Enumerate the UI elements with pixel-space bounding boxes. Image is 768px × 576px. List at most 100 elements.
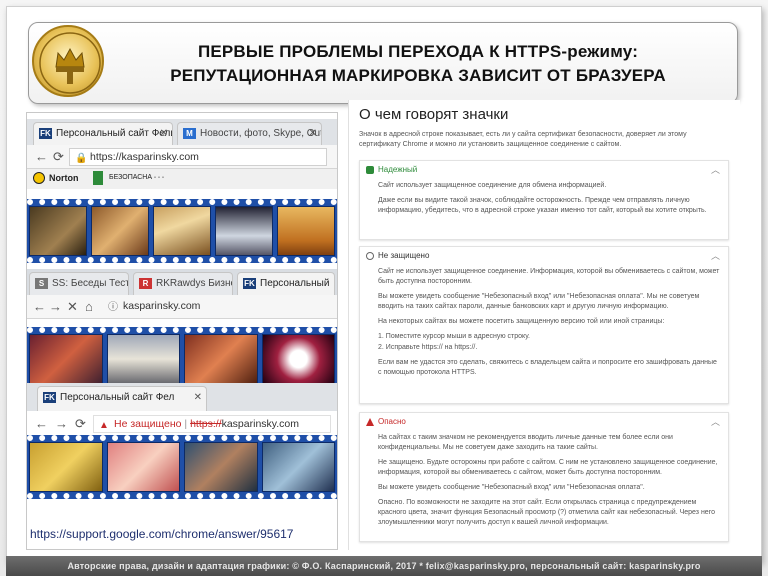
reload-icon[interactable]: ⟳ bbox=[53, 148, 64, 166]
more-icon[interactable]: ⋯ bbox=[153, 170, 165, 184]
card-step: 2. Исправьте https:// на https://. bbox=[378, 344, 478, 351]
warning-triangle-icon bbox=[366, 418, 374, 426]
photo-frame bbox=[29, 442, 103, 492]
help-article-panel: О чем говорят значки Значок в адресной с… bbox=[348, 100, 740, 550]
photo-frame bbox=[29, 206, 87, 256]
browser1-tabbar: FK Персональный сайт Фели ✕ M Новости, ф… bbox=[27, 119, 337, 145]
photo-frame bbox=[261, 442, 335, 492]
card-text: Вы можете увидеть сообщение "Небезопасны… bbox=[378, 293, 700, 310]
photo-frame bbox=[261, 334, 335, 384]
crown-emblem-icon bbox=[39, 32, 101, 94]
card-secure[interactable]: Надежный ︿ Сайт использует защищенное со… bbox=[359, 160, 729, 240]
photo-frame bbox=[215, 206, 273, 256]
safe-shield-icon bbox=[93, 171, 103, 185]
photo-frame bbox=[29, 334, 103, 384]
tab-label: RKRawdys Бизнес bbox=[156, 278, 233, 289]
tab-label: SS: Беседы Тестирование bbox=[52, 278, 128, 289]
footer-credits: Авторские права, дизайн и адаптация граф… bbox=[6, 556, 762, 576]
norton-toolbar: Norton БЕЗОПАСНА ⋯ bbox=[27, 169, 337, 189]
browser3-tabbar: FK Персональный сайт Фел ✕ bbox=[27, 383, 337, 411]
browser3-tab-1[interactable]: FK Персональный сайт Фел ✕ bbox=[37, 386, 207, 411]
close-icon[interactable]: ✕ bbox=[67, 298, 78, 316]
warning-triangle-icon: ▲ bbox=[99, 420, 109, 431]
photo-film-strip-1 bbox=[27, 199, 337, 263]
photo-frame bbox=[106, 442, 180, 492]
home-icon[interactable]: ⌂ bbox=[85, 298, 93, 316]
logo bbox=[32, 25, 104, 97]
photo-frame bbox=[106, 334, 180, 384]
norton-label: Norton bbox=[49, 173, 79, 183]
card-text: Если вам не удастся это сделать, свяжите… bbox=[378, 359, 717, 376]
card-dangerous[interactable]: Опасно ︿ На сайтах с таким значком не ре… bbox=[359, 412, 729, 542]
chevron-up-icon[interactable]: ︿ bbox=[711, 413, 720, 431]
close-tab-icon[interactable]: ✕ bbox=[309, 123, 317, 144]
site-favicon-icon: FK bbox=[43, 392, 56, 403]
photo-frame bbox=[184, 334, 258, 384]
browser3-address-bar: ← → ⟳ ▲ Не защищено | https://kasparinsk… bbox=[27, 411, 337, 437]
not-secure-label: Не защищено bbox=[114, 418, 182, 430]
tab-label: Новости, фото, Skype, Out bbox=[200, 128, 322, 139]
url-field[interactable]: 🔒 https://kasparinsky.com bbox=[69, 148, 327, 166]
forward-arrow-icon[interactable]: → bbox=[55, 415, 68, 433]
tab-label: Персональный bbox=[260, 278, 330, 289]
site-favicon-icon: S bbox=[35, 278, 48, 289]
photo-frame bbox=[277, 206, 335, 256]
close-tab-icon[interactable]: ✕ bbox=[160, 123, 168, 144]
norton-status: БЕЗОПАСНА bbox=[109, 174, 153, 181]
lock-icon: 🔒 bbox=[75, 153, 88, 164]
norton-check-icon bbox=[33, 172, 45, 184]
site-favicon-icon: FK bbox=[39, 128, 52, 139]
photo-frame bbox=[153, 206, 211, 256]
card-text: Сайт не использует защищенное соединение… bbox=[378, 268, 720, 285]
card-text: Вы можете увидеть сообщение "Небезопасны… bbox=[378, 484, 645, 491]
url-field[interactable]: ⓘ kasparinsky.com bbox=[103, 298, 327, 316]
browser2-address-bar: ← → ✕ ⌂ ⓘ kasparinsky.com bbox=[27, 295, 337, 319]
url-field[interactable]: ▲ Не защищено | https://kasparinsky.com bbox=[93, 415, 331, 433]
site-favicon-icon: FK bbox=[243, 278, 256, 289]
chevron-up-icon[interactable]: ︿ bbox=[711, 247, 720, 265]
chevron-up-icon[interactable]: ︿ bbox=[711, 161, 720, 179]
back-arrow-icon[interactable]: ← bbox=[33, 298, 46, 316]
browser2-tab-1[interactable]: S SS: Беседы Тестирование bbox=[29, 272, 129, 295]
card-text: На некоторых сайтах вы можете посетить з… bbox=[378, 318, 665, 325]
card-heading: Опасно bbox=[378, 417, 406, 426]
card-text: Не защищено. Будьте осторожны при работе… bbox=[378, 459, 718, 476]
back-arrow-icon[interactable]: ← bbox=[35, 415, 48, 433]
source-link[interactable]: https://support.google.com/chrome/answer… bbox=[30, 527, 293, 541]
card-text: На сайтах с таким значком не рекомендует… bbox=[378, 434, 673, 451]
card-text: Сайт использует защищенное соединение дл… bbox=[378, 182, 607, 189]
photo-film-strip-3 bbox=[27, 435, 337, 499]
page-title: ПЕРВЫЕ ПРОБЛЕМЫ ПЕРЕХОДА К HTTPS-режиму:… bbox=[118, 40, 718, 88]
lock-icon bbox=[366, 166, 374, 174]
reload-icon[interactable]: ⟳ bbox=[75, 415, 86, 433]
url-text: https://kasparinsky.com bbox=[90, 151, 199, 163]
browser2-tab-3[interactable]: FK Персональный bbox=[237, 272, 335, 295]
browser2-tab-2[interactable]: R RKRawdys Бизнес bbox=[133, 272, 233, 295]
close-tab-icon[interactable]: ✕ bbox=[194, 387, 202, 408]
card-heading: Не защищено bbox=[378, 251, 430, 260]
news-favicon-icon: M bbox=[183, 128, 196, 139]
back-arrow-icon[interactable]: ← bbox=[35, 148, 48, 166]
title-line-2: РЕПУТАЦИОННАЯ МАРКИРОВКА ЗАВИСИТ ОТ БРАЗ… bbox=[170, 66, 666, 85]
photo-film-strip-2 bbox=[27, 327, 337, 391]
card-text: Опасно. По возможности не заходите на эт… bbox=[378, 499, 715, 526]
title-line-1: ПЕРВЫЕ ПРОБЛЕМЫ ПЕРЕХОДА К HTTPS-режиму: bbox=[197, 42, 639, 61]
card-step: 1. Поместите курсор мыши в адресную стро… bbox=[378, 333, 530, 340]
photo-frame bbox=[184, 442, 258, 492]
browser2-tabbar: S SS: Беседы Тестирование R RKRawdys Биз… bbox=[27, 269, 337, 295]
browser-screenshots-panel: FK Персональный сайт Фели ✕ M Новости, ф… bbox=[26, 112, 338, 550]
url-scheme: https:// bbox=[190, 418, 222, 430]
article-title: О чем говорят значки bbox=[359, 106, 509, 123]
tab-label: Персональный сайт Фели bbox=[56, 128, 173, 139]
browser1-tab-1[interactable]: FK Персональный сайт Фели ✕ bbox=[33, 122, 173, 145]
card-heading: Надежный bbox=[378, 165, 418, 174]
url-text: kasparinsky.com bbox=[123, 300, 201, 312]
card-not-secure[interactable]: Не защищено ︿ Сайт не использует защищен… bbox=[359, 246, 729, 404]
browser1-tab-2[interactable]: M Новости, фото, Skype, Out ✕ bbox=[177, 122, 322, 145]
card-text: Даже если вы видите такой значок, соблюд… bbox=[378, 197, 707, 214]
browser1-address-bar: ← ⟳ 🔒 https://kasparinsky.com bbox=[27, 145, 337, 169]
info-icon bbox=[366, 252, 374, 260]
site-favicon-icon: R bbox=[139, 278, 152, 289]
photo-frame bbox=[91, 206, 149, 256]
forward-arrow-icon[interactable]: → bbox=[49, 298, 62, 316]
